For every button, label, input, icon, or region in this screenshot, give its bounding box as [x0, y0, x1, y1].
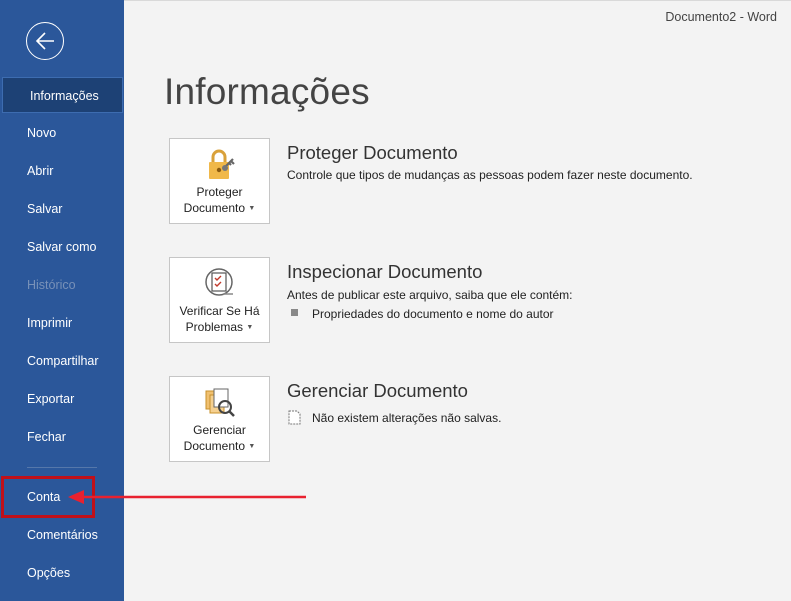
sidebar-item-compartilhar[interactable]: Compartilhar — [0, 343, 124, 379]
lock-icon — [209, 149, 235, 179]
check-issues-label-line2: Problemas — [185, 320, 244, 334]
dropdown-caret-icon: ▼ — [246, 323, 254, 331]
back-button[interactable] — [26, 22, 64, 60]
manage-section-note: Não existem alterações não salvas. — [312, 411, 502, 425]
window-title: Documento2 - Word — [665, 10, 777, 24]
protect-document-button[interactable]: Proteger Documento ▼ — [169, 138, 270, 224]
inspect-document-icon — [205, 268, 233, 296]
protect-label-line2: Documento — [183, 201, 246, 215]
dropdown-caret-icon: ▼ — [248, 204, 256, 212]
protect-section-title: Proteger Documento — [287, 142, 458, 163]
bullet-icon — [291, 309, 298, 316]
sidebar-item-salvar-como[interactable]: Salvar como — [0, 229, 124, 265]
sidebar-item-historico: Histórico — [27, 278, 76, 292]
inspect-bullet-item: Propriedades do documento e nome do auto… — [312, 307, 554, 321]
page-title: Informações — [164, 71, 370, 112]
sidebar-item-novo[interactable]: Novo — [0, 115, 124, 151]
manage-label-line2: Documento — [183, 439, 246, 453]
sidebar-item-salvar[interactable]: Salvar — [0, 191, 124, 227]
back-arrow-icon — [35, 32, 54, 50]
sidebar-item-exportar[interactable]: Exportar — [0, 381, 124, 417]
sidebar-divider — [27, 467, 97, 468]
protect-section-description: Controle que tipos de mudanças as pessoa… — [287, 168, 693, 182]
check-issues-label-line1: Verificar Se Há — [179, 304, 260, 318]
manage-label-line1: Gerenciar — [193, 423, 246, 437]
manage-document-button[interactable]: Gerenciar Documento ▼ — [169, 376, 270, 462]
check-for-issues-button[interactable]: Verificar Se Há Problemas ▼ — [169, 257, 270, 343]
inspect-section-title: Inspecionar Documento — [287, 261, 483, 282]
manage-document-icon — [205, 388, 235, 417]
sidebar-item-informacoes[interactable]: Informações — [2, 77, 123, 113]
backstage-main: Documento2 - Word Informações Proteger D… — [124, 0, 791, 601]
document-icon — [288, 410, 301, 425]
sidebar-item-imprimir[interactable]: Imprimir — [0, 305, 124, 341]
sidebar-item-comentarios[interactable]: Comentários — [0, 517, 124, 553]
conta-highlight-box — [1, 476, 95, 518]
manage-section-title: Gerenciar Documento — [287, 380, 468, 401]
sidebar-item-abrir[interactable]: Abrir — [0, 153, 124, 189]
protect-label-line1: Proteger — [196, 185, 243, 199]
sidebar-item-fechar[interactable]: Fechar — [0, 419, 124, 455]
dropdown-caret-icon: ▼ — [248, 442, 256, 450]
inspect-section-description: Antes de publicar este arquivo, saiba qu… — [287, 288, 573, 302]
sidebar-item-opcoes[interactable]: Opções — [0, 555, 124, 591]
